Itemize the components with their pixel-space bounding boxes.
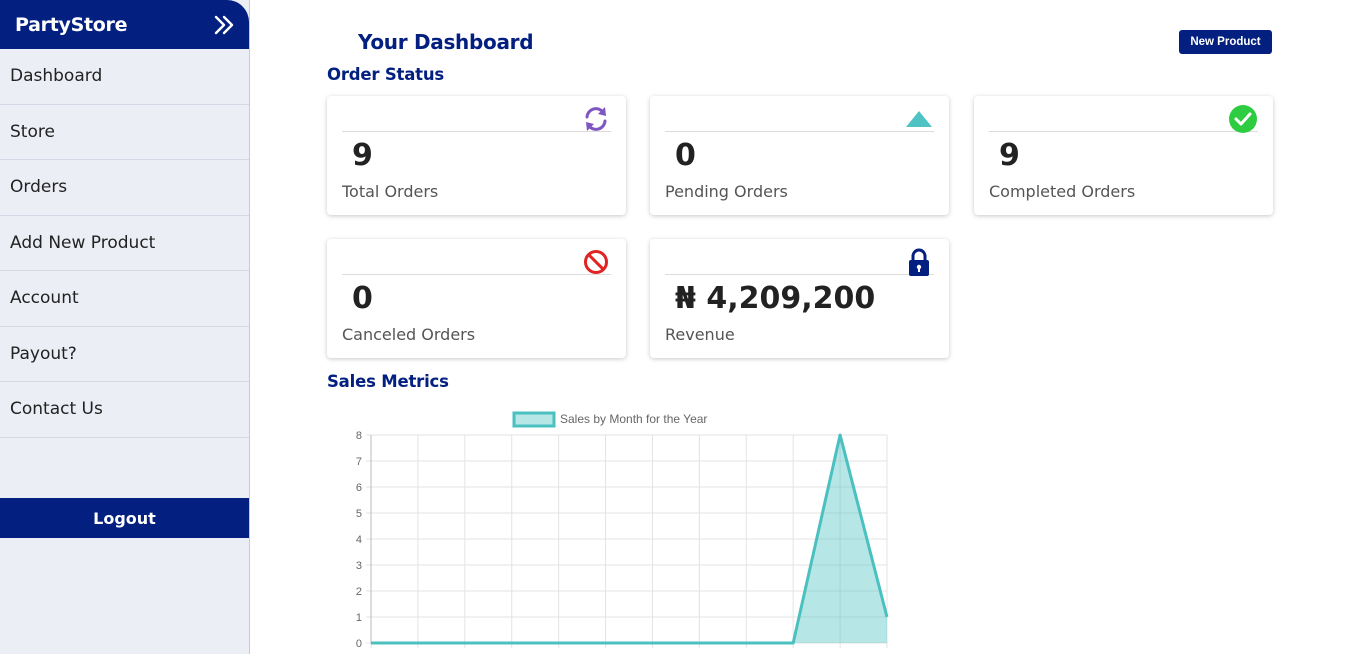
logout-button[interactable]: Logout xyxy=(0,498,249,538)
triangle-up-icon xyxy=(904,104,934,134)
sidebar-nav: Dashboard Store Orders Add New Product A… xyxy=(0,49,249,438)
total-orders-value: 9 xyxy=(352,138,373,173)
check-circle-icon xyxy=(1228,104,1258,134)
sales-chart: 0 1 2 3 4 5 6 7 8 Sales by Month for the Year xyxy=(320,404,900,654)
legend-swatch xyxy=(514,413,554,426)
new-product-button[interactable]: New Product xyxy=(1179,30,1272,54)
revenue-card: ₦ 4,209,200 Revenue xyxy=(650,239,949,358)
y-tick-label: 5 xyxy=(356,508,362,520)
sidebar-item-dashboard[interactable]: Dashboard xyxy=(0,49,249,105)
y-tick-label: 3 xyxy=(356,560,362,572)
revenue-label: Revenue xyxy=(665,325,735,344)
page-title: Your Dashboard xyxy=(358,30,533,54)
brand-header: PartyStore xyxy=(0,0,249,49)
card-divider xyxy=(989,131,1258,132)
sales-chart-svg: 0 1 2 3 4 5 6 7 8 Sales by Month for the Year xyxy=(320,404,900,654)
y-tick-label: 4 xyxy=(356,534,362,546)
pending-orders-card: 0 Pending Orders xyxy=(650,96,949,215)
pending-orders-value: 0 xyxy=(675,138,696,173)
completed-orders-label: Completed Orders xyxy=(989,182,1135,201)
canceled-orders-value: 0 xyxy=(352,281,373,316)
order-status-title: Order Status xyxy=(327,65,444,84)
total-orders-label: Total Orders xyxy=(342,182,438,201)
sidebar-item-store[interactable]: Store xyxy=(0,105,249,161)
ban-icon xyxy=(581,247,611,277)
canceled-orders-card: 0 Canceled Orders xyxy=(327,239,626,358)
completed-orders-value: 9 xyxy=(999,138,1020,173)
card-divider xyxy=(665,131,934,132)
main-content: Your Dashboard New Product Order Status … xyxy=(250,0,1349,654)
revenue-value: ₦ 4,209,200 xyxy=(675,281,875,316)
lock-icon xyxy=(904,247,934,277)
sidebar: PartyStore Dashboard Store Orders Add Ne… xyxy=(0,0,250,654)
legend-label: Sales by Month for the Year xyxy=(560,412,707,426)
collapse-sidebar-icon[interactable] xyxy=(213,14,235,36)
y-tick-label: 6 xyxy=(356,482,362,494)
total-orders-card: 9 Total Orders xyxy=(327,96,626,215)
y-tick-label: 0 xyxy=(356,638,362,650)
y-tick-label: 8 xyxy=(356,430,362,442)
sidebar-item-payout[interactable]: Payout? xyxy=(0,327,249,383)
sidebar-item-orders[interactable]: Orders xyxy=(0,160,249,216)
pending-orders-label: Pending Orders xyxy=(665,182,788,201)
canceled-orders-label: Canceled Orders xyxy=(342,325,475,344)
y-tick-label: 7 xyxy=(356,456,362,468)
sidebar-item-account[interactable]: Account xyxy=(0,271,249,327)
card-divider xyxy=(342,131,611,132)
sidebar-item-contact-us[interactable]: Contact Us xyxy=(0,382,249,438)
y-tick-label: 2 xyxy=(356,586,362,598)
y-tick-label: 1 xyxy=(356,612,362,624)
refresh-icon xyxy=(581,104,611,134)
sales-metrics-title: Sales Metrics xyxy=(327,372,449,391)
brand-name: PartyStore xyxy=(15,14,127,36)
completed-orders-card: 9 Completed Orders xyxy=(974,96,1273,215)
card-divider xyxy=(665,274,934,275)
sidebar-item-add-new-product[interactable]: Add New Product xyxy=(0,216,249,272)
card-divider xyxy=(342,274,611,275)
